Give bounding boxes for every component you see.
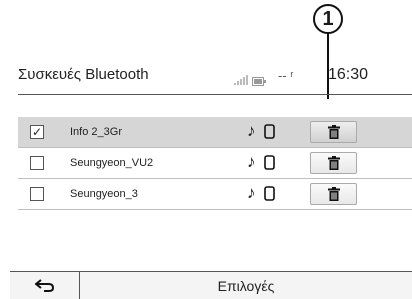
signal-icon xyxy=(234,72,248,90)
device-list: ✓ Info 2_3Gr ♪ Seungyeon_VU2 ♪ Seungyeon… xyxy=(18,117,412,210)
options-button[interactable]: Επιλογές xyxy=(80,272,412,299)
header-bar: Συσκευές Bluetooth -- ʳ 16:30 xyxy=(18,60,412,95)
delete-device-button[interactable] xyxy=(310,152,357,174)
page-title: Συσκευές Bluetooth xyxy=(18,66,149,83)
device-name: Seungyeon_VU2 xyxy=(70,157,154,169)
clock: 16:30 xyxy=(328,66,369,83)
device-name: Info 2_3Gr xyxy=(70,126,122,138)
device-row[interactable]: ✓ Info 2_3Gr ♪ xyxy=(18,117,412,148)
device-checkbox[interactable] xyxy=(30,156,44,170)
trash-icon xyxy=(327,187,340,201)
phone-icon xyxy=(264,186,275,206)
no-signal-icon: -- ʳ xyxy=(278,68,294,83)
device-checkbox[interactable] xyxy=(30,187,44,201)
delete-device-button[interactable] xyxy=(310,183,357,205)
delete-device-button[interactable] xyxy=(310,121,357,143)
back-arrow-icon xyxy=(34,278,54,292)
music-icon: ♪ xyxy=(247,152,256,171)
footer-bar: Επιλογές xyxy=(10,271,412,299)
music-icon: ♪ xyxy=(247,121,256,140)
device-row[interactable]: Seungyeon_VU2 ♪ xyxy=(18,148,412,179)
trash-icon xyxy=(327,156,340,170)
device-row[interactable]: Seungyeon_3 ♪ xyxy=(18,179,412,210)
device-checkbox[interactable]: ✓ xyxy=(30,125,44,139)
phone-icon xyxy=(264,155,275,175)
battery-icon xyxy=(252,73,266,91)
device-name: Seungyeon_3 xyxy=(70,188,138,200)
options-label: Επιλογές xyxy=(217,277,275,294)
trash-icon xyxy=(327,125,340,139)
callout-marker: 1 xyxy=(313,4,343,34)
callout-number: 1 xyxy=(322,7,334,30)
phone-icon xyxy=(264,124,275,144)
music-icon: ♪ xyxy=(247,183,256,202)
back-button[interactable] xyxy=(10,272,80,299)
